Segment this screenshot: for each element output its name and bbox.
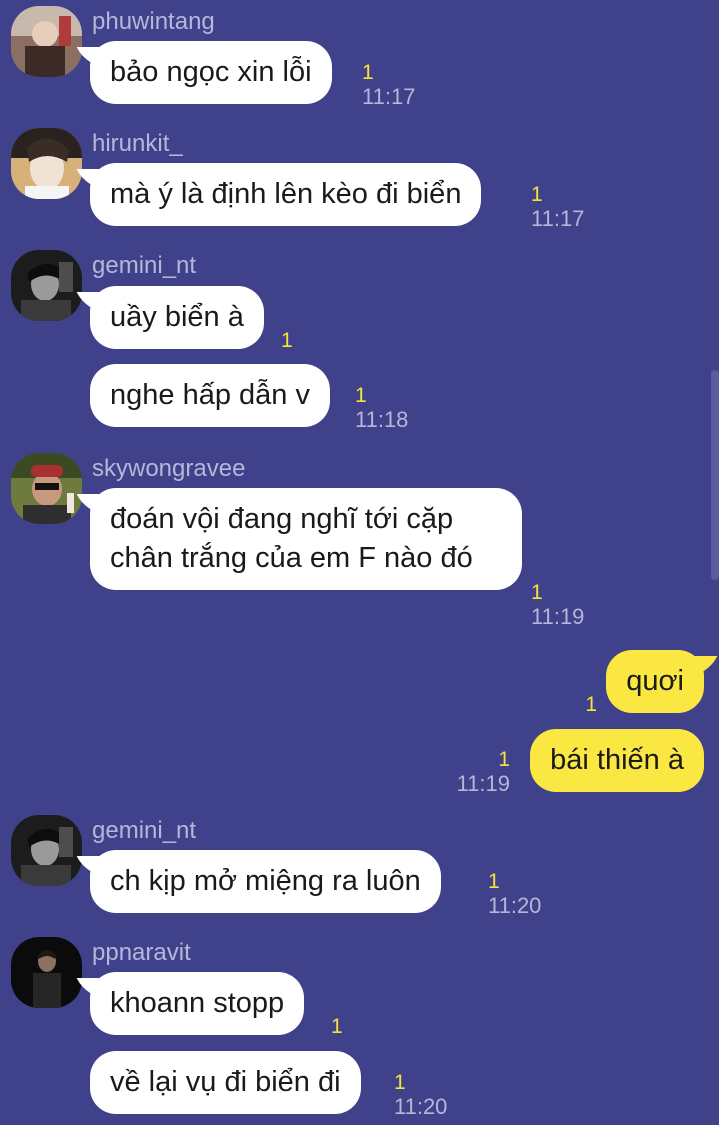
message-bubble[interactable]: bảo ngọc xin lỗi bbox=[90, 41, 332, 104]
message-bubble[interactable]: uầy biển à bbox=[90, 286, 264, 349]
avatar-gemini-nt[interactable] bbox=[11, 815, 82, 886]
message-meta: 1 bbox=[281, 329, 293, 353]
avatar-photo bbox=[11, 815, 82, 886]
scrollbar[interactable] bbox=[711, 370, 719, 580]
unread-count: 1 bbox=[531, 183, 543, 206]
message-text: uầy biển à bbox=[110, 301, 244, 333]
message-meta: 1 bbox=[585, 693, 597, 717]
message-text: về lại vụ đi biển đi bbox=[110, 1066, 341, 1098]
message-bubble[interactable]: về lại vụ đi biển đi bbox=[90, 1051, 361, 1114]
unread-count: 1 bbox=[585, 693, 597, 716]
sender-name: gemini_nt bbox=[92, 252, 197, 279]
avatar-photo bbox=[11, 128, 82, 199]
unread-count: 1 bbox=[355, 384, 367, 407]
unread-count: 1 bbox=[498, 748, 510, 771]
message-text: ch kịp mở miệng ra luôn bbox=[110, 865, 421, 897]
avatar-gemini-nt[interactable] bbox=[11, 250, 82, 321]
avatar-photo bbox=[11, 453, 82, 524]
message-time: 11:19 bbox=[531, 604, 585, 629]
avatar-phuwintang[interactable] bbox=[11, 6, 82, 77]
sender-name: phuwintang bbox=[92, 8, 215, 35]
message-text: khoann stopp bbox=[110, 987, 285, 1019]
message-meta: 1 11:17 bbox=[531, 183, 584, 231]
unread-count: 1 bbox=[362, 61, 374, 84]
message-bubble[interactable]: nghe hấp dẫn v bbox=[90, 364, 330, 427]
sender-name: gemini_nt bbox=[92, 817, 197, 844]
avatar-photo bbox=[11, 250, 82, 321]
sender-name: hirunkit_ bbox=[92, 130, 183, 157]
unread-count: 1 bbox=[331, 1015, 343, 1038]
message-bubble[interactable]: đoán vội đang nghĩ tới cặp chân trắng củ… bbox=[90, 488, 522, 590]
unread-count: 1 bbox=[281, 329, 293, 352]
message-bubble-outgoing[interactable]: bái thiến à bbox=[530, 729, 704, 792]
unread-count: 1 bbox=[531, 581, 543, 604]
message-bubble-outgoing[interactable]: quơi bbox=[606, 650, 704, 713]
message-time: 11:20 bbox=[488, 893, 542, 918]
avatar-ppnaravit[interactable] bbox=[11, 937, 82, 1008]
message-meta: 1 11:20 bbox=[394, 1071, 447, 1119]
avatar-photo bbox=[11, 937, 82, 1008]
message-text: đoán vội đang nghĩ tới cặp chân trắng củ… bbox=[110, 503, 473, 574]
message-meta: 1 11:20 bbox=[488, 870, 541, 918]
message-text: mà ý là định lên kèo đi biển bbox=[110, 178, 462, 210]
message-bubble[interactable]: mà ý là định lên kèo đi biển bbox=[90, 163, 482, 226]
sender-name: ppnaravit bbox=[92, 939, 191, 966]
message-text: bái thiến à bbox=[550, 744, 684, 776]
message-meta: 1 11:18 bbox=[355, 384, 408, 432]
message-meta: 1 bbox=[331, 1015, 343, 1039]
message-time: 11:18 bbox=[355, 407, 409, 432]
message-meta: 1 11:19 bbox=[457, 748, 510, 796]
message-meta: 1 11:17 bbox=[362, 61, 415, 109]
message-bubble[interactable]: ch kịp mở miệng ra luôn bbox=[90, 850, 441, 913]
message-text: bảo ngọc xin lỗi bbox=[110, 56, 312, 88]
message-meta: 1 11:19 bbox=[531, 581, 584, 629]
message-text: nghe hấp dẫn v bbox=[110, 379, 310, 411]
sender-name: skywongravee bbox=[92, 455, 246, 482]
message-time: 11:17 bbox=[362, 84, 416, 109]
message-time: 11:20 bbox=[394, 1094, 448, 1119]
message-text: quơi bbox=[626, 665, 684, 697]
message-time: 11:17 bbox=[531, 206, 585, 231]
unread-count: 1 bbox=[394, 1071, 406, 1094]
unread-count: 1 bbox=[488, 870, 500, 893]
message-bubble[interactable]: khoann stopp bbox=[90, 972, 305, 1035]
avatar-hirunkit[interactable] bbox=[11, 128, 82, 199]
message-time: 11:19 bbox=[456, 771, 510, 796]
avatar-skywongravee[interactable] bbox=[11, 453, 82, 524]
avatar-photo bbox=[11, 6, 82, 77]
